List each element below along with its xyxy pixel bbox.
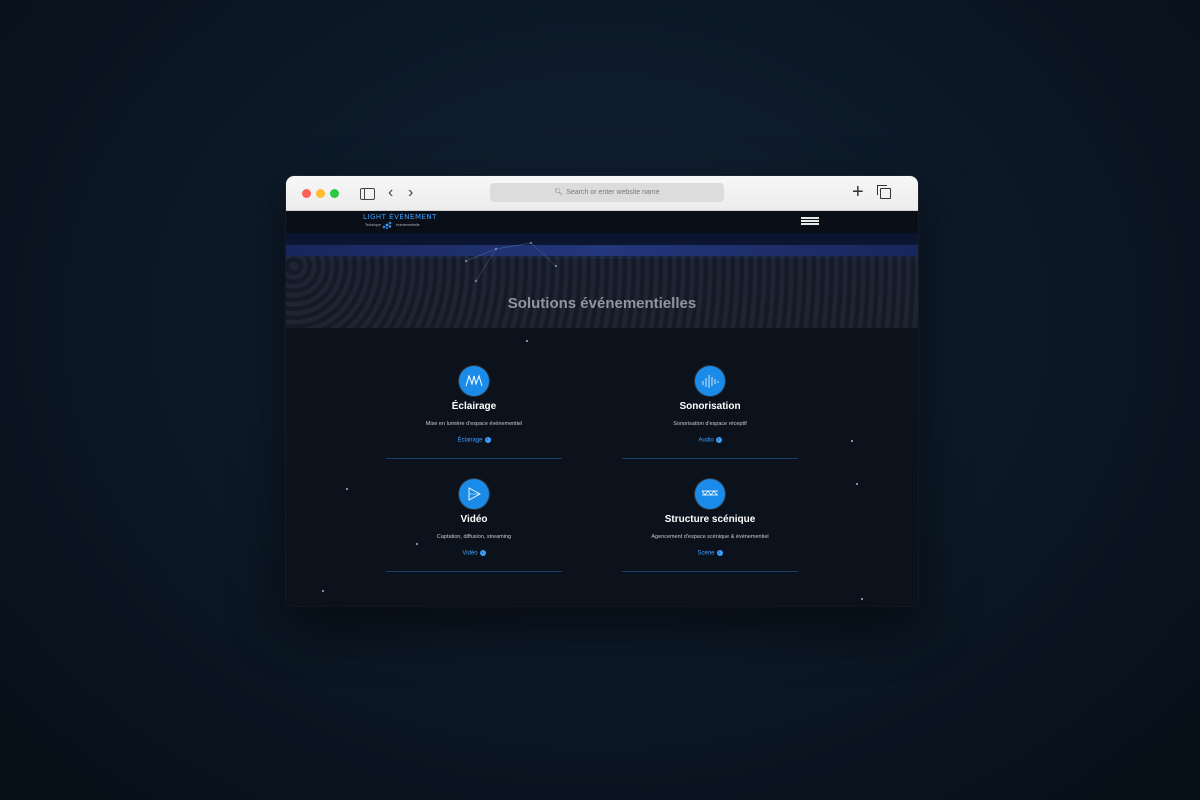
service-link-video[interactable]: Vidéo › <box>386 550 562 557</box>
lighting-icon <box>459 366 489 396</box>
logo-tagline-right: événementielle <box>396 223 420 227</box>
star-decoration <box>851 440 853 442</box>
audio-icon <box>695 366 725 396</box>
stage-icon <box>695 479 725 509</box>
arrow-circle-icon: › <box>484 437 491 443</box>
service-link-label: Audio <box>698 437 714 444</box>
arrow-circle-icon: › <box>715 437 722 443</box>
service-card-structure: Structure scénique Agencement d'espace s… <box>622 479 798 572</box>
address-bar[interactable]: 🔍︎ Search or enter website name <box>490 183 724 202</box>
browser-window: ‹ › 🔍︎ Search or enter website name + LIG… <box>286 176 918 606</box>
service-link-audio[interactable]: Audio › <box>622 437 798 444</box>
star-decoration <box>346 488 348 490</box>
crowd-background-image <box>286 256 918 328</box>
service-title: Structure scénique <box>664 514 756 525</box>
page-title: Solutions événementielles <box>507 295 697 312</box>
service-card-sonorisation: Sonorisation Sonorisation d'espace récep… <box>622 366 798 459</box>
service-link-label: Vidéo <box>462 550 478 557</box>
browser-toolbar: ‹ › 🔍︎ Search or enter website name + <box>286 176 918 211</box>
service-title: Sonorisation <box>679 401 741 412</box>
forward-arrow-icon[interactable]: › <box>408 185 413 201</box>
star-decoration <box>856 483 858 485</box>
back-arrow-icon[interactable]: ‹ <box>388 185 393 201</box>
star-decoration <box>322 590 324 592</box>
sidebar-icon[interactable] <box>360 188 375 200</box>
card-divider <box>622 458 798 459</box>
card-divider <box>386 571 562 572</box>
service-link-label: Scène <box>697 550 715 557</box>
minimize-window-button[interactable] <box>316 189 325 198</box>
hamburger-menu-icon[interactable] <box>801 217 819 226</box>
website: LIGHT ÉVÉNEMENT Technique événementielle <box>286 211 918 606</box>
logo-mark-icon <box>382 221 392 230</box>
card-divider <box>622 571 798 572</box>
arrow-circle-icon: › <box>716 550 723 556</box>
arrow-circle-icon: › <box>479 550 486 556</box>
service-title: Vidéo <box>460 514 488 525</box>
zoom-window-button[interactable] <box>330 189 339 198</box>
address-placeholder: Search or enter website name <box>566 189 660 196</box>
constellation-decoration <box>464 241 558 283</box>
star-decoration <box>861 598 863 600</box>
video-icon <box>459 479 489 509</box>
star-decoration <box>526 340 528 342</box>
service-link-scene[interactable]: Scène › <box>622 550 798 557</box>
service-link-label: Éclairage <box>457 437 483 444</box>
service-title: Éclairage <box>451 401 497 412</box>
services-section: Éclairage Mise en lumière d'espace événe… <box>286 328 918 606</box>
hero-banner: Solutions événementielles <box>286 233 918 328</box>
card-divider <box>386 458 562 459</box>
site-navbar: LIGHT ÉVÉNEMENT Technique événementielle <box>286 211 918 233</box>
logo[interactable]: LIGHT ÉVÉNEMENT <box>363 213 437 221</box>
logo-tagline-left: Technique <box>365 223 381 227</box>
service-card-eclairage: Éclairage Mise en lumière d'espace événe… <box>386 366 562 459</box>
search-icon: 🔍︎ <box>554 189 564 196</box>
service-description: Mise en lumière d'espace événementiel <box>425 421 523 427</box>
close-window-button[interactable] <box>302 189 311 198</box>
new-tab-button[interactable]: + <box>852 182 864 202</box>
service-link-eclairage[interactable]: Éclairage › <box>386 437 562 444</box>
service-description: Agencement d'espace scénique & événement… <box>651 534 769 540</box>
service-card-video: Vidéo Captation, diffusion, streaming Vi… <box>386 479 562 572</box>
tabs-icon[interactable] <box>877 185 891 199</box>
service-description: Sonorisation d'espace réceptif <box>673 421 747 427</box>
service-description: Captation, diffusion, streaming <box>436 534 512 540</box>
